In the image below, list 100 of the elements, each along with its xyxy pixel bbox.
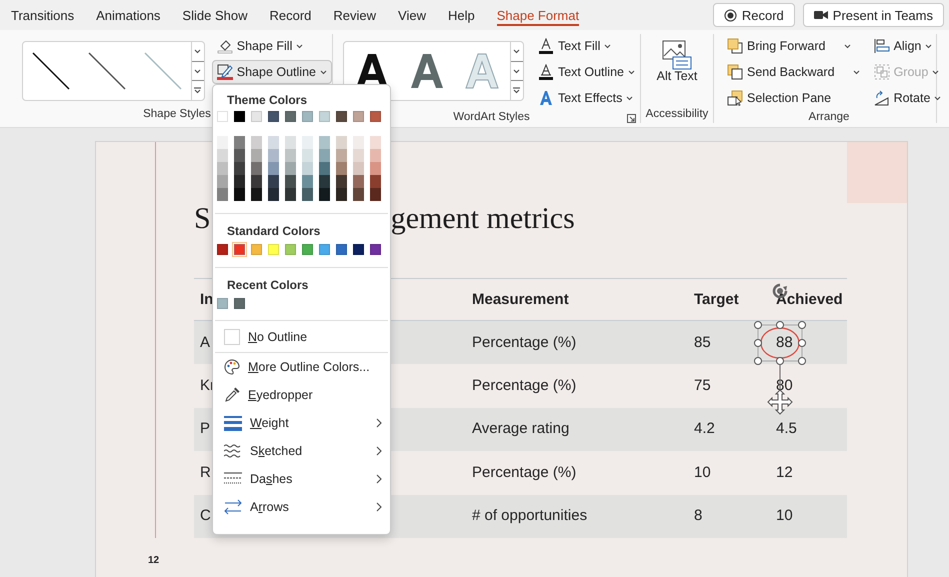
color-swatch[interactable] — [353, 136, 364, 149]
ribbon-tab[interactable]: View — [387, 0, 437, 30]
color-swatch[interactable] — [217, 149, 228, 162]
color-swatch[interactable] — [319, 188, 330, 201]
table-cell: A — [200, 334, 210, 351]
color-swatch[interactable] — [234, 188, 245, 201]
ribbon-tab[interactable]: Help — [436, 0, 486, 30]
ribbon-tab[interactable]: Record — [258, 0, 322, 30]
color-swatch[interactable] — [370, 188, 381, 201]
color-swatch[interactable] — [251, 188, 262, 201]
record-icon — [724, 8, 737, 22]
ribbon-tab[interactable]: Transitions — [0, 0, 86, 30]
menu-item[interactable]: Eyedropper — [213, 381, 390, 409]
color-swatch[interactable] — [302, 188, 313, 201]
wordart-gallery[interactable] — [343, 41, 524, 101]
color-swatch[interactable] — [217, 188, 228, 201]
dialog-launcher-icon[interactable] — [627, 114, 636, 123]
menu-item[interactable]: No Outline — [213, 321, 390, 352]
ribbon-button[interactable]: Text Fill — [532, 34, 640, 58]
color-swatch[interactable] — [353, 162, 364, 175]
chevron-down-icon — [626, 96, 634, 100]
table-cell: 10 — [776, 507, 793, 524]
table-cell: 8 — [694, 507, 702, 524]
menu-item[interactable]: Dashes — [213, 465, 390, 493]
alt-text-button[interactable]: Alt Text — [655, 40, 699, 105]
color-swatch[interactable] — [319, 136, 330, 149]
ribbon-button[interactable]: Send Backward — [722, 60, 865, 84]
ribbon-tab[interactable]: Slide Show — [171, 0, 258, 30]
more-icon[interactable] — [194, 87, 202, 94]
color-swatch[interactable] — [302, 162, 313, 175]
color-swatch[interactable] — [336, 136, 347, 149]
section-heading: Recent Colors — [226, 277, 310, 294]
color-swatch[interactable] — [285, 149, 296, 162]
column-header: In — [200, 291, 214, 308]
line-style-icon[interactable] — [86, 51, 127, 91]
ribbon-button[interactable]: Text Effects — [532, 86, 640, 110]
color-swatch[interactable] — [268, 136, 279, 149]
group-label: Arrange — [808, 110, 850, 122]
color-swatch[interactable] — [251, 175, 262, 188]
color-swatch[interactable] — [217, 136, 228, 149]
color-swatch[interactable] — [251, 136, 262, 149]
color-swatch[interactable] — [234, 149, 245, 162]
color-swatch[interactable] — [285, 162, 296, 175]
ribbon-tab[interactable]: Animations — [85, 0, 172, 30]
chevron-right-icon — [376, 446, 382, 456]
color-swatch[interactable] — [268, 162, 279, 175]
ribbon-button[interactable]: Text Outline — [532, 60, 640, 84]
ribbon-tab[interactable]: Review — [322, 0, 388, 30]
color-swatch[interactable] — [234, 136, 245, 149]
color-swatch[interactable] — [319, 162, 330, 175]
color-swatch[interactable] — [234, 244, 245, 255]
color-swatch[interactable] — [370, 162, 381, 175]
color-swatch[interactable] — [217, 175, 228, 188]
column-header: Achieved — [776, 291, 843, 308]
color-swatch[interactable] — [370, 149, 381, 162]
color-swatch[interactable] — [370, 175, 381, 188]
color-swatch[interactable] — [234, 162, 245, 175]
ribbon-button[interactable]: Selection Pane — [722, 86, 865, 110]
ribbon-button[interactable]: Bring Forward — [722, 34, 865, 58]
bring-forward-icon — [727, 38, 743, 54]
color-swatch[interactable] — [353, 175, 364, 188]
color-swatch[interactable] — [319, 175, 330, 188]
ribbon-button[interactable]: Shape Fill — [212, 34, 332, 58]
record-button[interactable]: Record — [712, 3, 795, 27]
color-swatch[interactable] — [336, 149, 347, 162]
color-swatch[interactable] — [353, 188, 364, 201]
ribbon-button[interactable]: Shape Outline — [212, 60, 332, 84]
color-swatch[interactable] — [285, 175, 296, 188]
more-icon[interactable] — [513, 87, 520, 94]
color-swatch[interactable] — [285, 188, 296, 201]
send-backward-icon — [727, 64, 743, 80]
menu-item[interactable]: Sketched — [213, 437, 390, 465]
color-swatch[interactable] — [302, 136, 313, 149]
line-style-icon[interactable] — [30, 51, 71, 91]
color-swatch[interactable] — [353, 149, 364, 162]
color-swatch[interactable] — [251, 149, 262, 162]
menu-item[interactable]: Weight — [213, 409, 390, 437]
color-swatch[interactable] — [336, 175, 347, 188]
present-button[interactable]: Present in Teams — [802, 3, 944, 27]
menu-item[interactable]: Arrows — [213, 493, 390, 521]
color-swatch[interactable] — [302, 149, 313, 162]
color-swatch[interactable] — [268, 149, 279, 162]
color-swatch[interactable] — [370, 136, 381, 149]
color-swatch[interactable] — [285, 136, 296, 149]
color-swatch[interactable] — [217, 162, 228, 175]
color-swatch[interactable] — [319, 149, 330, 162]
color-swatch[interactable] — [268, 188, 279, 201]
chevron-right-icon — [376, 474, 382, 484]
table-cell: R — [200, 464, 211, 481]
color-swatch[interactable] — [302, 175, 313, 188]
color-swatch[interactable] — [336, 188, 347, 201]
color-swatch[interactable] — [234, 175, 245, 188]
color-swatch[interactable] — [251, 162, 262, 175]
selection-handles[interactable] — [754, 321, 806, 365]
menu-item[interactable]: More Outline Colors... — [213, 353, 390, 381]
ribbon-button[interactable]: Align — [868, 34, 946, 58]
color-swatch[interactable] — [336, 162, 347, 175]
ribbon-button[interactable]: Rotate — [868, 86, 946, 110]
ribbon-tab[interactable]: Shape Format — [486, 0, 590, 30]
color-swatch[interactable] — [268, 175, 279, 188]
